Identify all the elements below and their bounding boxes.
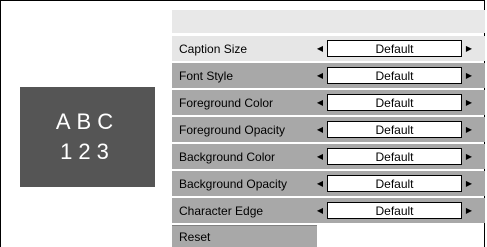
right-arrow-icon[interactable]: ▶	[462, 152, 476, 161]
left-arrow-icon[interactable]: ◀	[313, 152, 327, 161]
left-arrow-icon[interactable]: ◀	[313, 71, 327, 80]
left-arrow-icon[interactable]: ◀	[313, 44, 327, 53]
right-arrow-icon[interactable]: ▶	[462, 44, 476, 53]
setting-label: Background Color	[179, 149, 276, 164]
setting-value[interactable]: Default	[327, 202, 462, 219]
setting-row-font-style[interactable]: Font Style ◀ Default ▶	[172, 63, 485, 88]
right-arrow-icon[interactable]: ▶	[462, 206, 476, 215]
setting-label: Foreground Color	[179, 95, 274, 110]
setting-value[interactable]: Default	[327, 175, 462, 192]
setting-value[interactable]: Default	[327, 94, 462, 111]
right-arrow-icon[interactable]: ▶	[462, 98, 476, 107]
right-arrow-icon[interactable]: ▶	[462, 71, 476, 80]
setting-row-character-edge[interactable]: Character Edge ◀ Default ▶	[172, 198, 485, 223]
right-arrow-icon[interactable]: ▶	[462, 125, 476, 134]
setting-label: Caption Size	[179, 41, 248, 56]
setting-label: Background Opacity	[179, 176, 288, 191]
right-arrow-icon[interactable]: ▶	[462, 179, 476, 188]
panel-header	[172, 10, 485, 33]
setting-label: Character Edge	[179, 203, 264, 218]
setting-value[interactable]: Default	[327, 40, 462, 57]
setting-label: Font Style	[179, 68, 234, 83]
reset-button[interactable]: Reset	[172, 225, 317, 247]
left-arrow-icon[interactable]: ◀	[313, 206, 327, 215]
left-arrow-icon[interactable]: ◀	[313, 179, 327, 188]
setting-row-foreground-opacity[interactable]: Foreground Opacity ◀ Default ▶	[172, 117, 485, 142]
preview-text-line2: 123	[60, 139, 115, 164]
setting-label: Foreground Opacity	[179, 122, 286, 137]
setting-row-foreground-color[interactable]: Foreground Color ◀ Default ▶	[172, 90, 485, 115]
setting-value[interactable]: Default	[327, 67, 462, 84]
setting-row-background-opacity[interactable]: Background Opacity ◀ Default ▶	[172, 171, 485, 196]
setting-value[interactable]: Default	[327, 148, 462, 165]
setting-row-caption-size[interactable]: Caption Size ◀ Default ▶	[172, 36, 485, 61]
caption-preview: ABC 123	[20, 87, 155, 187]
left-arrow-icon[interactable]: ◀	[313, 125, 327, 134]
setting-value[interactable]: Default	[327, 121, 462, 138]
setting-row-background-color[interactable]: Background Color ◀ Default ▶	[172, 144, 485, 169]
preview-text-line1: ABC	[55, 109, 120, 134]
settings-menu: Caption Size ◀ Default ▶ Font Style ◀ De…	[172, 36, 485, 225]
left-arrow-icon[interactable]: ◀	[313, 98, 327, 107]
